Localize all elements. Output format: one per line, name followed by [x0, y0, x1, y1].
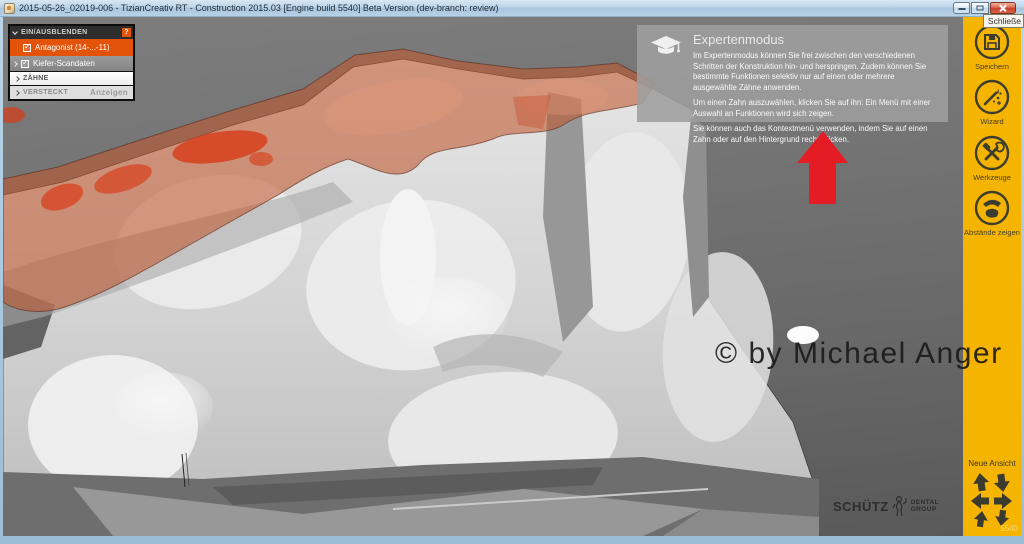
- schuetz-dental-logo: SCHÜTZ DENTAL GROUP: [833, 495, 939, 517]
- expert-mode-infobox: Expertenmodus Im Expertenmodus können Si…: [637, 25, 948, 144]
- tool-label: Abstände zeigen: [964, 227, 1020, 237]
- magic-wand-icon: [974, 80, 1010, 115]
- tool-sidebar: Speichern Wizard Werkzeuge Abstände zeig…: [963, 17, 1021, 536]
- close-button[interactable]: [990, 2, 1016, 14]
- tools-button[interactable]: Werkzeuge: [972, 133, 1012, 182]
- app-icon: [4, 2, 15, 14]
- tool-label: Werkzeuge: [973, 172, 1011, 182]
- expand-chevron-icon[interactable]: [14, 75, 20, 82]
- minimize-icon: [958, 8, 965, 10]
- anzeigen-button[interactable]: Anzeigen: [90, 88, 128, 97]
- minimize-button[interactable]: [953, 2, 970, 14]
- expand-chevron-icon[interactable]: [12, 60, 18, 67]
- expand-chevron-icon[interactable]: [14, 89, 20, 96]
- graduation-cap-icon: [651, 36, 681, 58]
- logo-brand-text: SCHÜTZ: [833, 498, 889, 514]
- checkbox-checked-icon[interactable]: ✓: [23, 42, 31, 52]
- layer-label: ZÄHNE: [23, 75, 49, 82]
- layers-panel: EIN/AUSBLENDEN ? ✓ Antagonist (14-...-11…: [8, 24, 135, 101]
- tool-label: Wizard: [980, 117, 1004, 127]
- infobox-title: Expertenmodus: [693, 32, 785, 47]
- window-title: 2015-05-26_02019-006 - TizianCreativ RT …: [19, 3, 499, 13]
- help-button[interactable]: ?: [122, 28, 131, 37]
- 3d-viewport[interactable]: EIN/AUSBLENDEN ? ✓ Antagonist (14-...-11…: [3, 17, 963, 536]
- wizard-button[interactable]: Wizard: [972, 77, 1012, 126]
- layer-row-zaehne[interactable]: ZÄHNE: [10, 71, 133, 85]
- layers-panel-header[interactable]: EIN/AUSBLENDEN ?: [10, 26, 133, 39]
- logo-group-text: DENTAL GROUP: [910, 498, 939, 513]
- view-direction-arrows[interactable]: [969, 471, 1015, 528]
- build-number-watermark: 5540: [1000, 524, 1018, 533]
- window-titlebar[interactable]: 2015-05-26_02019-006 - TizianCreativ RT …: [0, 0, 1024, 17]
- logo-figure-icon: [892, 495, 908, 517]
- new-view-label: Neue Ansicht: [968, 459, 1016, 468]
- infobox-paragraph: Im Expertenmodus können Sie frei zwische…: [693, 51, 927, 92]
- show-distances-button[interactable]: Abstände zeigen: [964, 188, 1020, 237]
- save-button[interactable]: Speichern: [972, 22, 1012, 71]
- layer-row-versteckt[interactable]: VERSTECKT Anzeigen: [10, 85, 133, 99]
- layer-label: Antagonist (14-...-11): [35, 43, 110, 52]
- red-pointer-arrow: [797, 131, 849, 205]
- app-window: 2015-05-26_02019-006 - TizianCreativ RT …: [0, 0, 1024, 544]
- chevron-down-icon: [12, 28, 18, 35]
- maximize-button[interactable]: [971, 2, 989, 14]
- layers-panel-title: EIN/AUSBLENDEN: [21, 29, 88, 36]
- distance-icon: [974, 190, 1010, 225]
- checkbox-checked-icon[interactable]: ✓: [21, 58, 29, 68]
- infobox-paragraph: Um einen Zahn auszuwählen, klicken Sie a…: [693, 98, 931, 118]
- close-tooltip: Schließe: [982, 14, 1024, 28]
- save-icon: [974, 24, 1010, 60]
- maximize-icon: [976, 5, 984, 11]
- layer-row-kiefer-scandaten[interactable]: ✓ Kiefer-Scandaten: [10, 56, 133, 71]
- layer-row-antagonist[interactable]: ✓ Antagonist (14-...-11): [10, 39, 133, 56]
- tool-label: Speichern: [975, 62, 1009, 71]
- tools-icon: [974, 135, 1010, 170]
- layer-label: Kiefer-Scandaten: [33, 59, 95, 68]
- layer-label: VERSTECKT: [23, 89, 69, 96]
- app-area: EIN/AUSBLENDEN ? ✓ Antagonist (14-...-11…: [3, 17, 1021, 536]
